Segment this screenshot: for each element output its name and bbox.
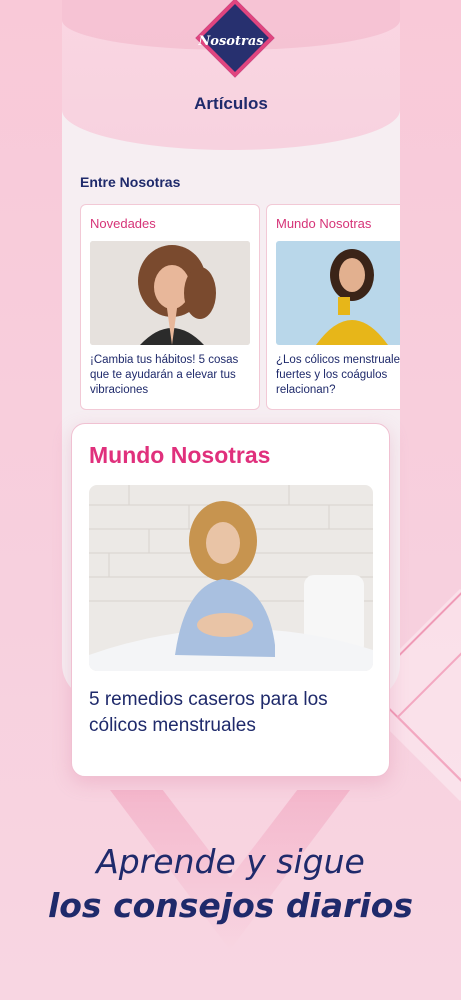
featured-article-card[interactable]: Mundo Nosotras 5 remedios caseros para l… <box>71 423 390 777</box>
card-category: Mundo Nosotras <box>276 216 372 231</box>
featured-title: 5 remedios caseros para los cólicos mens… <box>89 689 328 736</box>
app-header: Nosotras Artículos <box>62 0 400 150</box>
featured-category: Mundo Nosotras <box>89 442 271 468</box>
card-category: Novedades <box>90 216 156 231</box>
nosotras-logo[interactable]: Nosotras <box>190 0 275 78</box>
featured-image <box>89 485 373 671</box>
section-title: Entre Nosotras <box>80 174 181 190</box>
card-title: ¿Los cólicos menstruales fuertes y los c… <box>276 354 400 396</box>
article-image <box>90 241 250 345</box>
article-image <box>276 241 400 345</box>
tagline: Aprende y sigue los consejos diarios <box>0 840 461 928</box>
article-card[interactable]: Mundo Nosotras ¿Los cólicos menstruales … <box>266 204 400 410</box>
tagline-line-2: los consejos diarios <box>47 886 414 925</box>
tagline-line-1: Aprende y sigue <box>96 842 365 881</box>
card-title: ¡Cambia tus hábitos! 5 cosas que te ayud… <box>90 354 239 396</box>
page-title: Artículos <box>194 94 268 113</box>
article-card[interactable]: Novedades ¡Cambia tus hábitos! 5 cosas q… <box>80 204 260 410</box>
